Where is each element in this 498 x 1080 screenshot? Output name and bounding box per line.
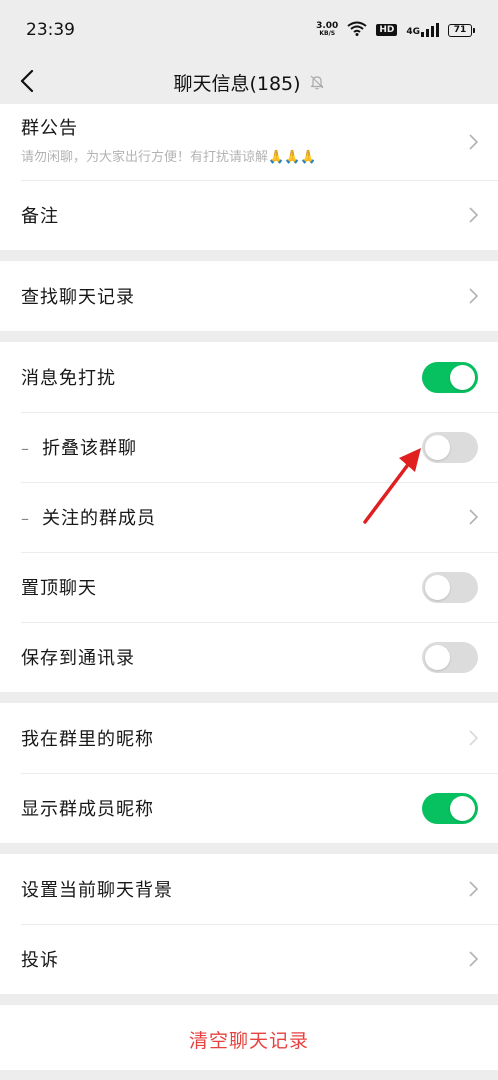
show-nicknames-toggle[interactable] xyxy=(422,792,478,824)
bottom-strip xyxy=(0,1070,498,1080)
search-section: 查找聊天记录 xyxy=(0,261,498,331)
save-contacts-label: 保存到通讯录 xyxy=(21,648,135,669)
remark-item[interactable]: 备注 xyxy=(0,180,498,250)
pin-chat-toggle[interactable] xyxy=(422,571,478,603)
chevron-right-icon xyxy=(464,286,478,306)
fold-group-item: – 折叠该群聊 xyxy=(0,412,498,482)
pin-chat-item: 置顶聊天 xyxy=(0,552,498,622)
group-notice-title: 群公告 xyxy=(21,118,78,139)
save-contacts-item: 保存到通讯录 xyxy=(0,622,498,692)
nav-bar: 聊天信息(185) xyxy=(0,60,498,104)
search-history-item[interactable]: 查找聊天记录 xyxy=(0,261,498,331)
chevron-right-icon xyxy=(464,132,478,152)
follow-members-label: 关注的群成员 xyxy=(42,508,156,529)
wifi-icon xyxy=(347,21,367,40)
fold-group-label: 折叠该群聊 xyxy=(42,438,137,459)
chevron-left-icon xyxy=(20,70,34,92)
group-info-section: 群公告 请勿闲聊，为大家出行方便！有打扰请谅解🙏🙏🙏 备注 xyxy=(0,104,498,250)
nickname-section: 我在群里的昵称 显示群成员昵称 xyxy=(0,703,498,843)
bell-off-icon xyxy=(309,74,325,90)
complaint-item[interactable]: 投诉 xyxy=(0,924,498,994)
chevron-right-icon xyxy=(464,728,478,748)
other-section: 设置当前聊天背景 投诉 xyxy=(0,854,498,994)
search-history-label: 查找聊天记录 xyxy=(21,287,135,308)
mute-item: 消息免打扰 xyxy=(0,342,498,412)
follow-members-item[interactable]: – 关注的群成员 xyxy=(0,482,498,552)
network-speed: 3.00 KB/S xyxy=(316,21,339,38)
signal-icon: 4G xyxy=(406,23,439,37)
hd-badge: HD xyxy=(376,24,398,36)
show-nicknames-label: 显示群成员昵称 xyxy=(21,799,154,820)
notification-section: 消息免打扰 – 折叠该群聊 – 关注的群成员 置顶聊天 保存到通讯录 xyxy=(0,342,498,692)
save-contacts-toggle[interactable] xyxy=(422,641,478,673)
set-background-label: 设置当前聊天背景 xyxy=(21,880,173,901)
status-bar: 23:39 3.00 KB/S HD 4G 71 xyxy=(0,0,498,60)
complaint-label: 投诉 xyxy=(21,950,59,971)
chevron-right-icon xyxy=(464,205,478,225)
clear-history-button[interactable]: 清空聊天记录 xyxy=(0,1005,498,1073)
fold-group-toggle[interactable] xyxy=(422,431,478,463)
status-icons: 3.00 KB/S HD 4G 71 xyxy=(316,21,475,40)
my-nickname-item[interactable]: 我在群里的昵称 xyxy=(0,703,498,773)
my-nickname-label: 我在群里的昵称 xyxy=(21,729,154,750)
status-time: 23:39 xyxy=(26,20,75,40)
show-nicknames-item: 显示群成员昵称 xyxy=(0,773,498,843)
pin-chat-label: 置顶聊天 xyxy=(21,578,97,599)
battery-icon: 71 xyxy=(448,23,475,37)
mute-toggle[interactable] xyxy=(422,361,478,393)
mute-label: 消息免打扰 xyxy=(21,368,116,389)
clear-history-label: 清空聊天记录 xyxy=(188,1029,309,1052)
set-background-item[interactable]: 设置当前聊天背景 xyxy=(0,854,498,924)
nav-title-group: 聊天信息(185) xyxy=(173,69,324,96)
remark-label: 备注 xyxy=(21,206,59,227)
chevron-right-icon xyxy=(464,507,478,527)
chevron-right-icon xyxy=(464,949,478,969)
back-button[interactable] xyxy=(14,64,40,98)
page-title: 聊天信息(185) xyxy=(173,72,301,95)
group-notice-item[interactable]: 群公告 请勿闲聊，为大家出行方便！有打扰请谅解🙏🙏🙏 xyxy=(0,104,498,180)
group-notice-text: 请勿闲聊，为大家出行方便！有打扰请谅解🙏🙏🙏 xyxy=(21,150,317,165)
chevron-right-icon xyxy=(464,879,478,899)
